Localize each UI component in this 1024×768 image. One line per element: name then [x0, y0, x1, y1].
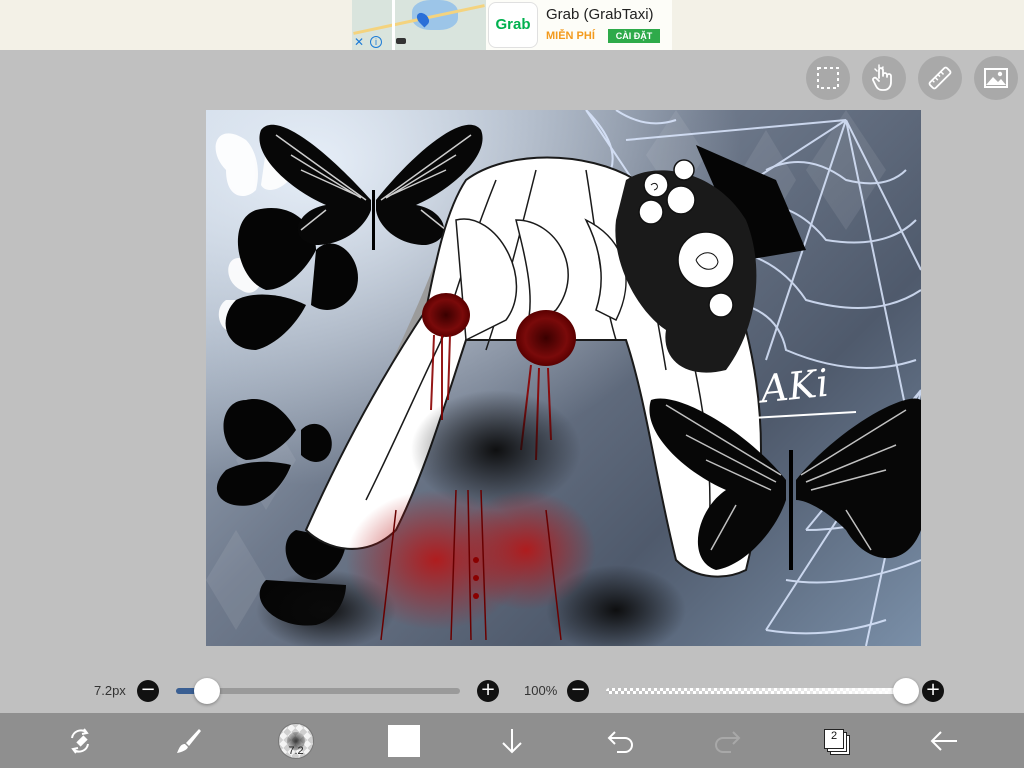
grab-logo: Grab: [488, 2, 538, 48]
layers-button[interactable]: 2: [808, 713, 864, 768]
brush-opacity-increase-button[interactable]: +: [922, 680, 944, 702]
ad-info-icon[interactable]: i: [370, 36, 382, 48]
brush-size-decrease-button[interactable]: −: [137, 680, 159, 702]
image-icon: [984, 68, 1008, 88]
drawing-canvas[interactable]: AKi: [206, 110, 921, 646]
ad-install-button[interactable]: CÀI ĐẶT: [608, 29, 660, 43]
brush-opacity-fill: [606, 688, 912, 694]
download-button[interactable]: [484, 713, 540, 768]
brush-size-slider-thumb[interactable]: [194, 678, 221, 704]
brush-preview-button[interactable]: 7.2: [268, 713, 324, 768]
selection-tool-button[interactable]: [806, 56, 850, 100]
download-icon: [502, 728, 522, 753]
ad-map-thumbnail: ✕ i: [352, 0, 486, 50]
layer-count: 2: [830, 729, 838, 742]
selection-icon: [817, 67, 839, 89]
brush-preview: 7.2: [278, 722, 314, 759]
brush-size-value: 7.2: [288, 744, 304, 757]
brush-opacity-slider-thumb[interactable]: [893, 678, 919, 704]
brush-tool-button[interactable]: [160, 713, 216, 768]
brush-opacity-label: 100%: [524, 683, 558, 698]
hand-icon: [872, 64, 892, 91]
ad-free-label: MIỄN PHÍ: [546, 30, 595, 42]
undo-icon: [607, 730, 633, 753]
ad-banner[interactable]: ✕ i Grab Grab (GrabTaxi) MIỄN PHÍ CÀI ĐẶ…: [352, 0, 672, 50]
brush-icon: [177, 728, 201, 753]
color-swatch: [388, 724, 420, 757]
swap-tool-button[interactable]: [52, 713, 108, 768]
redo-icon: [715, 730, 741, 753]
brush-opacity-decrease-button[interactable]: −: [567, 680, 589, 702]
swap-tool-icon: [71, 727, 89, 754]
image-tool-button[interactable]: [974, 56, 1018, 100]
car-icon: [396, 38, 406, 44]
brush-opacity-slider[interactable]: [606, 688, 912, 694]
ruler-icon: [928, 66, 952, 90]
artist-signature: AKi: [756, 361, 831, 412]
color-button[interactable]: [376, 713, 432, 768]
back-button[interactable]: [916, 713, 972, 768]
back-icon: [930, 730, 957, 751]
hand-tool-button[interactable]: [862, 56, 906, 100]
redo-button[interactable]: [700, 713, 756, 768]
brush-size-label: 7.2px: [94, 683, 126, 698]
bottom-toolbar: 7.2 2: [0, 713, 1024, 768]
undo-button[interactable]: [592, 713, 648, 768]
brush-size-increase-button[interactable]: +: [477, 680, 499, 702]
layers-icon: 2: [822, 727, 850, 755]
ruler-tool-button[interactable]: [918, 56, 962, 100]
ad-title: Grab (GrabTaxi): [546, 6, 654, 23]
ad-close-icon[interactable]: ✕: [354, 36, 364, 48]
artwork: AKi: [206, 110, 921, 646]
